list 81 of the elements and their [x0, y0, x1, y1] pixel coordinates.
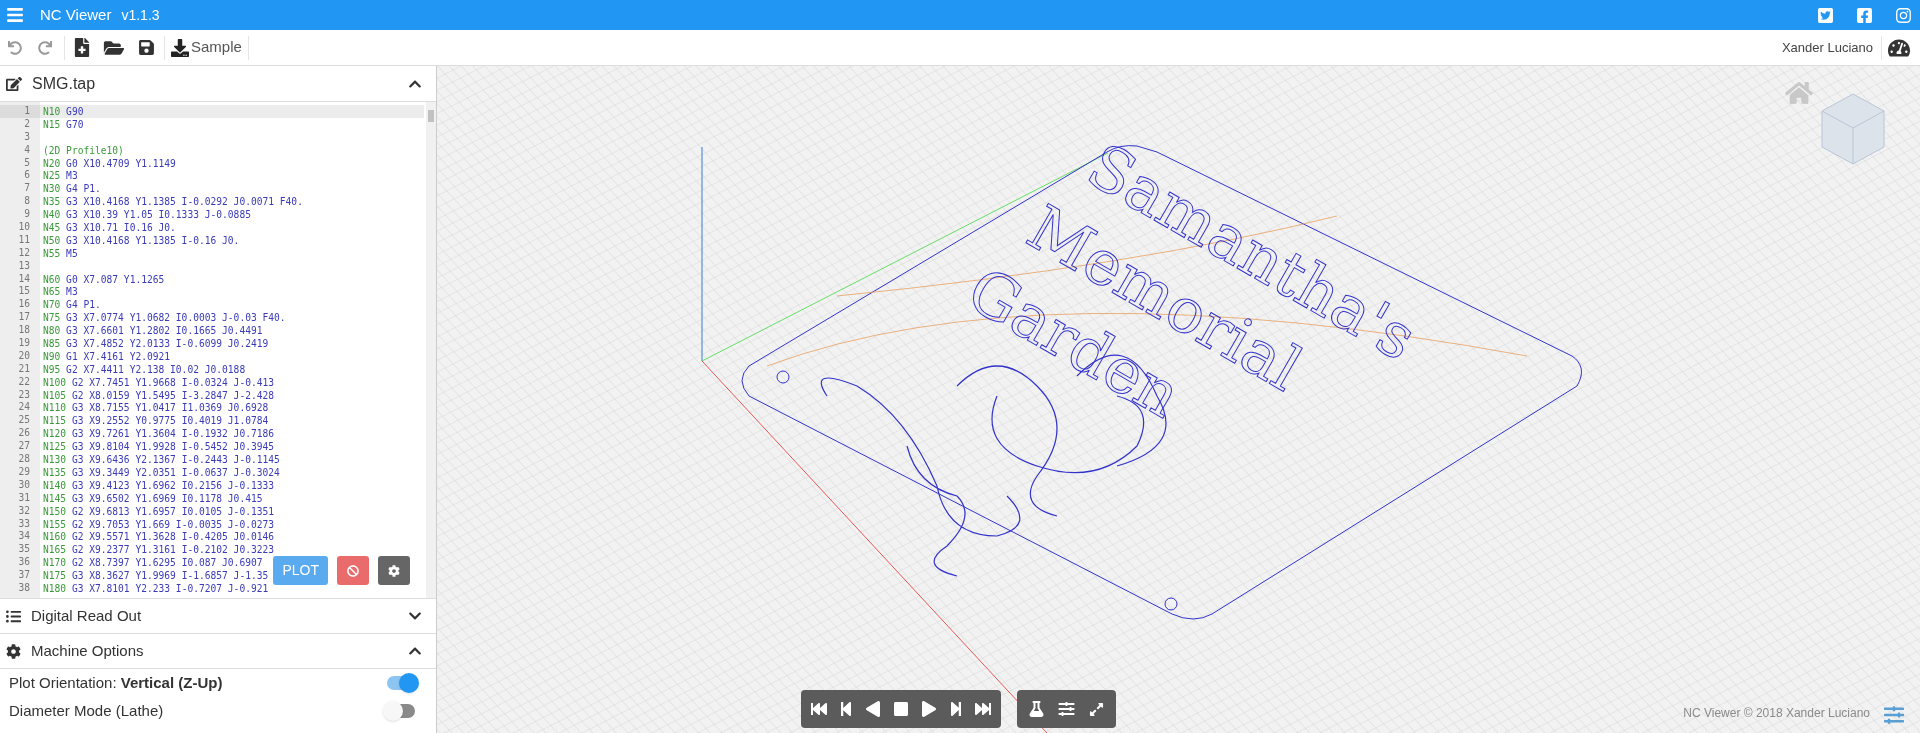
edit-icon [6, 75, 22, 92]
machine-options-header[interactable]: Machine Options [0, 634, 436, 669]
undo-icon[interactable] [8, 40, 22, 55]
code-line: N75 G3 X7.0774 Y1.0682 I0.0003 J-0.03 F40. [43, 312, 286, 324]
twitter-icon[interactable] [1817, 6, 1834, 24]
sliders-icon[interactable] [1058, 701, 1075, 717]
stop-icon[interactable] [893, 701, 909, 717]
scrollbar[interactable] [426, 102, 436, 598]
section-title: Digital Read Out [31, 605, 142, 626]
flask-icon[interactable] [1029, 701, 1044, 717]
play-icon[interactable] [921, 701, 937, 717]
code-editor[interactable] [0, 102, 436, 598]
code-line: N155 G2 X9.7053 Y1.669 I-0.0035 J-0.0273 [43, 518, 275, 530]
code-line: N50 G3 X10.4168 Y1.1385 I-0.16 J0. [43, 234, 240, 246]
code-line: N80 G3 X7.6601 Y1.2802 I0.1665 J0.4491 [43, 325, 263, 337]
code-line: N25 M3 [43, 170, 78, 182]
settings-icon [6, 643, 21, 659]
option-label: Diameter Mode (Lathe) [9, 700, 164, 721]
code-line: N35 G3 X10.4168 Y1.1385 I-0.0292 J0.0071 F40. [43, 196, 303, 208]
editor-header[interactable]: SMG.tap [0, 66, 436, 102]
code-line: N130 G3 X9.6436 Y2.1367 I-0.2443 J-0.1145 [43, 454, 280, 466]
code-line: N60 G0 X7.087 Y1.1265 [43, 273, 165, 285]
settings-icon [388, 564, 400, 577]
code-line: N165 G2 X9.2377 Y1.3161 I-0.2102 J0.3223 [43, 544, 275, 556]
code-line: N55 M5 [43, 247, 78, 259]
expand-icon[interactable] [1089, 701, 1104, 717]
option-label: Plot Orientation: Vertical (Z-Up) [9, 672, 223, 693]
step-backward-icon[interactable] [839, 701, 853, 717]
code-line: N135 G3 X9.3449 Y2.0351 I-0.0637 J-0.3024 [43, 466, 280, 478]
code-line: N90 G1 X7.4161 Y2.0921 [43, 350, 171, 362]
settings-button[interactable] [378, 556, 410, 585]
settings-sliders-icon[interactable] [1884, 705, 1904, 725]
new-file-icon[interactable] [74, 38, 90, 57]
code-line: N170 G2 X8.7397 Y1.6295 I0.087 J0.6907 [43, 557, 263, 569]
redo-icon[interactable] [38, 40, 52, 55]
code-line: N120 G3 X9.7261 Y1.3604 I-0.1932 J0.7186 [43, 428, 275, 440]
cancel-button[interactable] [337, 556, 369, 585]
play-reverse-icon[interactable] [865, 701, 881, 717]
digital-read-out-header[interactable]: Digital Read Out [0, 598, 436, 634]
code-line: N115 G3 X9.2552 Y0.9775 I0.4019 J1.0784 [43, 415, 269, 427]
code-line: N110 G3 X8.7155 Y1.0417 I1.0369 J0.6928 [43, 402, 269, 414]
code-line: N70 G4 P1. [43, 299, 101, 311]
code-line: N40 G3 X10.39 Y1.05 I0.1333 J-0.0885 [43, 209, 251, 221]
code-line: N45 G3 X10.71 I0.16 J0. [43, 222, 176, 233]
code-line: N20 G0 X10.4709 Y1.1149 [43, 157, 176, 169]
user-name[interactable]: Xander Luciano [1781, 37, 1881, 58]
sample-button[interactable]: Sample [171, 36, 248, 59]
code-line: N100 G2 X7.7451 Y1.9668 I-0.0324 J-0.413 [43, 376, 275, 388]
code-line: N180 G3 X7.8101 Y2.233 I-0.7207 J-0.921 [43, 582, 269, 594]
gauge-icon[interactable] [1888, 37, 1910, 58]
ban-icon [347, 564, 359, 577]
code-line: N65 M3 [43, 286, 78, 298]
section-title: Machine Options [31, 640, 144, 661]
menu-icon[interactable] [6, 6, 24, 24]
open-folder-icon[interactable] [103, 38, 125, 57]
instagram-icon[interactable] [1895, 6, 1912, 24]
list-icon [6, 608, 21, 624]
fast-forward-icon[interactable] [975, 701, 991, 717]
code-line: N15 G70 [43, 118, 84, 130]
code-line: N30 G4 P1. [43, 183, 101, 195]
code-line: N105 G2 X8.0159 Y1.5495 I-3.2847 J-2.428 [43, 389, 275, 401]
line-number: 1 [0, 105, 40, 118]
app-title: NC Viewer [40, 4, 112, 25]
code-line: N160 G2 X9.5571 Y1.3628 I-0.4205 J0.0146 [43, 531, 275, 543]
fast-backward-icon[interactable] [811, 701, 827, 717]
code-line: N175 G3 X8.3627 Y1.9969 I-1.6857 J-1.35 [43, 570, 269, 582]
app-version: v1.1.3 [121, 5, 160, 25]
code-line: N85 G3 X7.4852 Y2.0133 I-0.6099 J0.2419 [43, 338, 269, 350]
file-name: SMG.tap [32, 73, 96, 94]
copyright-text: NC Viewer © 2018 Xander Luciano [1683, 705, 1870, 722]
code-line: N145 G3 X9.6502 Y1.6969 I0.1178 J0.415 [43, 492, 263, 504]
code-comment: (2D Profile10) [43, 144, 124, 156]
code-line: N95 G2 X7.4411 Y2.138 I0.02 J0.0188 [43, 363, 246, 375]
code-line: N150 G2 X9.6813 Y1.6957 I0.0105 J-0.1351 [43, 505, 275, 517]
code-line: N10 G90 [43, 106, 84, 117]
code-line: N125 G3 X9.8104 Y1.9928 I-0.5452 J0.3945 [43, 441, 275, 453]
step-forward-icon[interactable] [949, 701, 963, 717]
facebook-icon[interactable] [1856, 6, 1873, 24]
download-icon [171, 38, 189, 57]
code-line: N140 G3 X9.4123 Y1.6962 I0.2156 J-0.1333 [43, 479, 275, 491]
save-icon[interactable] [138, 39, 155, 56]
